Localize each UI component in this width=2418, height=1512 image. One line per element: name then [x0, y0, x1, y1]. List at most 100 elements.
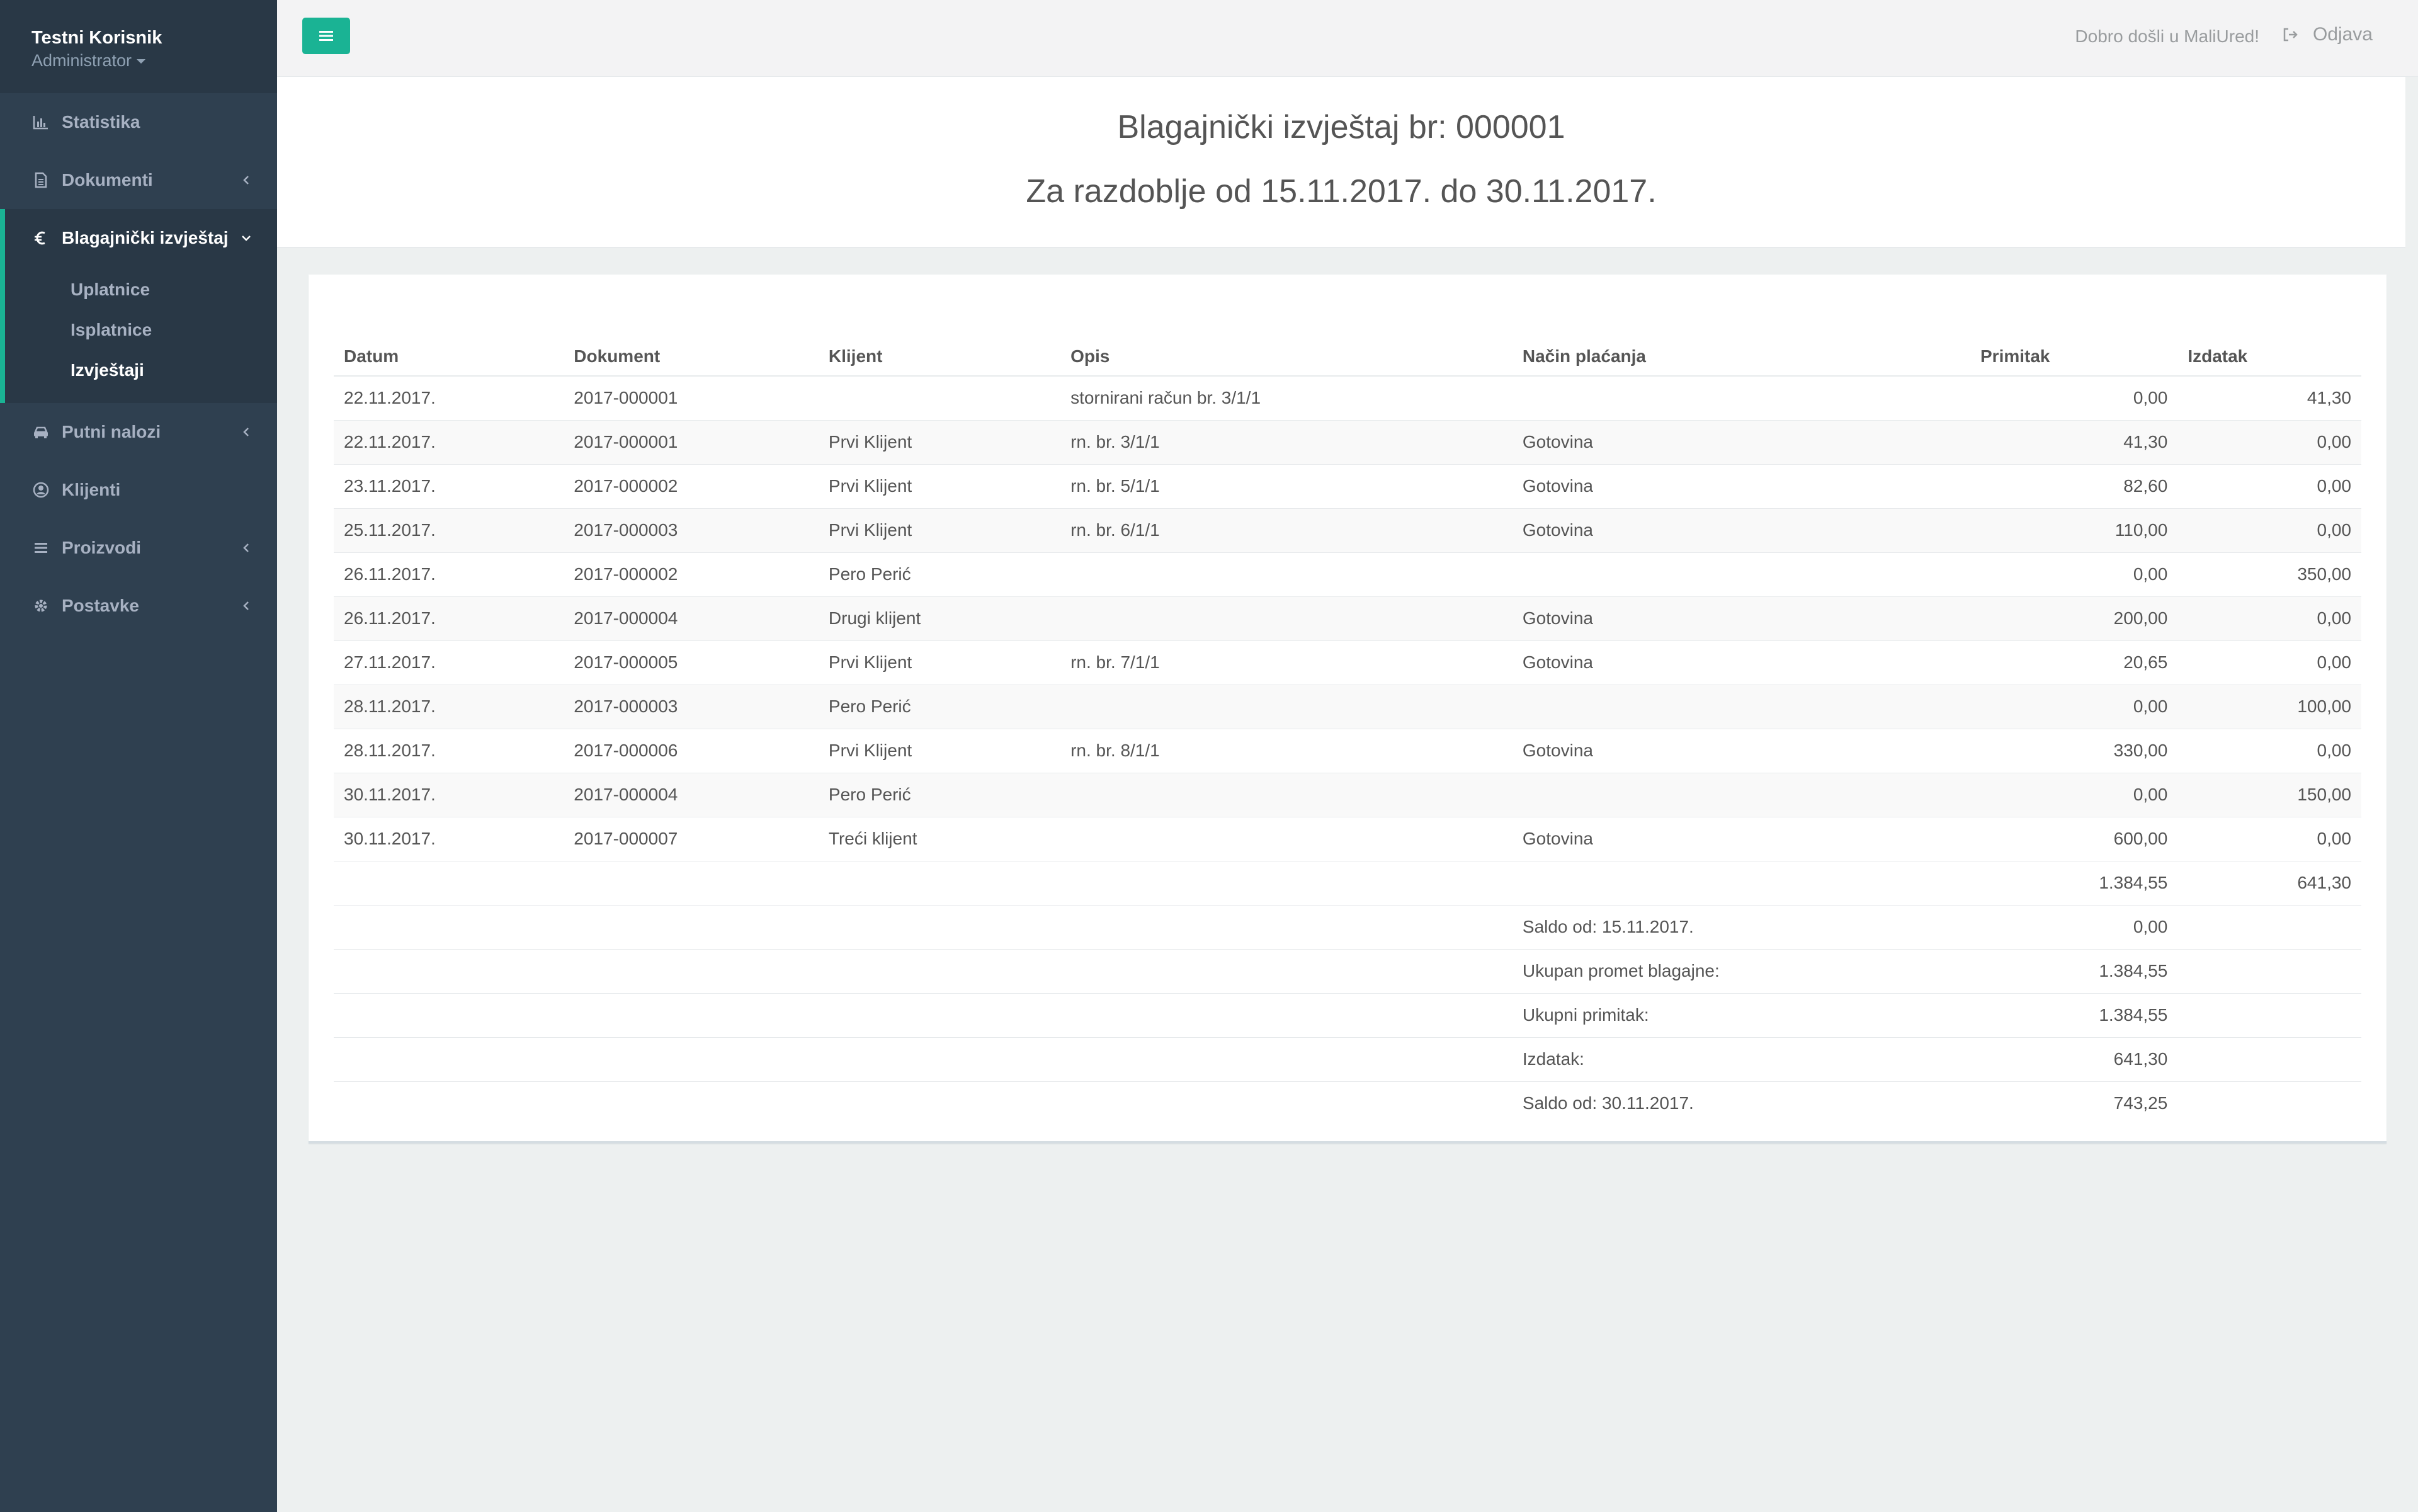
summary-row: Ukupan promet blagajne: 1.384,55	[334, 949, 2361, 994]
empty-cell	[334, 949, 1513, 994]
sidebar-item-blagajnicki-izvjestaj[interactable]: Blagajnički izvještaj	[0, 209, 277, 267]
cell-dokument: 2017-000003	[564, 508, 819, 553]
summary-label: Ukupan promet blagajne:	[1512, 949, 1970, 994]
empty-cell	[334, 1037, 1513, 1082]
cell-nacin-placanja	[1512, 376, 1970, 421]
logout-link[interactable]: Odjava	[2281, 24, 2373, 45]
column-header-opis: Opis	[1060, 300, 1513, 377]
cell-klijent: Pero Perić	[818, 685, 1061, 729]
cell-izdatak: 0,00	[2177, 596, 2361, 641]
cell-nacin-placanja: Gotovina	[1512, 640, 1970, 685]
cell-primitak: 0,00	[1970, 773, 2178, 817]
empty-cell	[2177, 993, 2361, 1038]
cell-klijent: Pero Perić	[818, 552, 1061, 597]
cell-izdatak: 41,30	[2177, 376, 2361, 421]
submenu-item-uplatnice[interactable]: Uplatnice	[5, 270, 277, 310]
sidebar-item-label: Postavke	[62, 596, 139, 615]
cell-opis	[1060, 596, 1513, 641]
table-row: 28.11.2017. 2017-000003 Pero Perić 0,00 100,…	[334, 685, 2361, 729]
empty-cell	[1512, 861, 1970, 906]
column-header-primitak: Primitak	[1970, 300, 2178, 377]
sidebar-item-label: Dokumenti	[62, 170, 153, 190]
cell-opis	[1060, 552, 1513, 597]
sign-out-icon	[2283, 28, 2298, 42]
cell-dokument: 2017-000001	[564, 376, 819, 421]
cell-primitak: 600,00	[1970, 817, 2178, 861]
table-row: 26.11.2017. 2017-000004 Drugi klijent Gotov…	[334, 596, 2361, 641]
cell-primitak: 330,00	[1970, 729, 2178, 773]
menu-toggle-button[interactable]	[302, 18, 350, 54]
cell-datum: 22.11.2017.	[334, 420, 564, 465]
cell-primitak: 200,00	[1970, 596, 2178, 641]
cell-dokument: 2017-000001	[564, 420, 819, 465]
sidebar-item-klijenti[interactable]: Klijenti	[0, 461, 277, 519]
cell-opis: rn. br. 6/1/1	[1060, 508, 1513, 553]
column-header-izdatak: Izdatak	[2177, 300, 2361, 377]
chevron-left-icon	[243, 601, 249, 610]
column-header-dokument: Dokument	[564, 300, 819, 377]
table-row: 30.11.2017. 2017-000004 Pero Perić 0,00 150,…	[334, 773, 2361, 817]
list-icon	[31, 538, 50, 557]
cell-nacin-placanja: Gotovina	[1512, 596, 1970, 641]
cell-izdatak: 0,00	[2177, 729, 2361, 773]
summary-label: Ukupni primitak:	[1512, 993, 1970, 1038]
cell-opis: rn. br. 3/1/1	[1060, 420, 1513, 465]
user-name: Testni Korisnik	[31, 28, 162, 48]
sidebar-item-statistika[interactable]: Statistika	[0, 93, 277, 151]
table-row: 25.11.2017. 2017-000003 Prvi Klijent rn. br…	[334, 508, 2361, 553]
cell-nacin-placanja: Gotovina	[1512, 464, 1970, 509]
cell-klijent: Prvi Klijent	[818, 640, 1061, 685]
document-icon	[31, 171, 50, 190]
cell-opis: stornirani račun br. 3/1/1	[1060, 376, 1513, 421]
cell-klijent: Prvi Klijent	[818, 729, 1061, 773]
summary-label: Izdatak:	[1512, 1037, 1970, 1082]
total-izdatak: 641,30	[2177, 861, 2361, 906]
submenu-item-isplatnice[interactable]: Isplatnice	[5, 310, 277, 350]
cell-klijent: Drugi klijent	[818, 596, 1061, 641]
empty-cell	[2177, 1081, 2361, 1125]
cell-nacin-placanja	[1512, 773, 1970, 817]
cell-dokument: 2017-000006	[564, 729, 819, 773]
summary-value: 1.384,55	[1970, 993, 2178, 1038]
cell-izdatak: 350,00	[2177, 552, 2361, 597]
cell-datum: 28.11.2017.	[334, 729, 564, 773]
cell-datum: 28.11.2017.	[334, 685, 564, 729]
cell-izdatak: 0,00	[2177, 817, 2361, 861]
sidebar-item-putni-nalozi[interactable]: Putni nalozi	[0, 403, 277, 461]
cell-klijent: Prvi Klijent	[818, 464, 1061, 509]
welcome-message: Dobro došli u MaliUred!	[2075, 26, 2259, 46]
euro-icon	[31, 229, 50, 247]
caret-down-icon	[137, 59, 146, 64]
top-navbar: Dobro došli u MaliUred! Odjava	[277, 0, 2418, 77]
sidebar-item-dokumenti[interactable]: Dokumenti	[0, 151, 277, 209]
table-row: 28.11.2017. 2017-000006 Prvi Klijent rn. br…	[334, 729, 2361, 773]
cell-nacin-placanja: Gotovina	[1512, 817, 1970, 861]
empty-cell	[334, 905, 1513, 950]
sidebar-item-postavke[interactable]: Postavke	[0, 577, 277, 635]
table-row: 30.11.2017. 2017-000007 Treći klijent Gotov…	[334, 817, 2361, 861]
sidebar-item-proizvodi[interactable]: Proizvodi	[0, 519, 277, 577]
chevron-down-icon	[242, 236, 251, 241]
summary-label: Saldo od: 15.11.2017.	[1512, 905, 1970, 950]
table-body: 22.11.2017. 2017-000001 stornirani račun b…	[334, 376, 2361, 861]
cell-datum: 26.11.2017.	[334, 552, 564, 597]
cell-primitak: 0,00	[1970, 685, 2178, 729]
hamburger-icon	[319, 31, 333, 41]
summary-row: Saldo od: 30.11.2017. 743,25	[334, 1081, 2361, 1125]
table-row: 26.11.2017. 2017-000002 Pero Perić 0,00 350,…	[334, 552, 2361, 597]
cell-klijent: Prvi Klijent	[818, 420, 1061, 465]
cell-primitak: 82,60	[1970, 464, 2178, 509]
submenu-item-izvjestaji[interactable]: Izvještaji	[5, 350, 277, 390]
user-role-dropdown[interactable]: Administrator	[31, 49, 277, 72]
cell-izdatak: 0,00	[2177, 640, 2361, 685]
empty-cell	[2177, 949, 2361, 994]
cell-nacin-placanja	[1512, 685, 1970, 729]
cell-dokument: 2017-000005	[564, 640, 819, 685]
summary-row: Izdatak: 641,30	[334, 1037, 2361, 1082]
totals-row: 1.384,55 641,30	[334, 861, 2361, 906]
cell-klijent: Pero Perić	[818, 773, 1061, 817]
sidebar: Testni Korisnik Administrator Statistika…	[0, 0, 277, 1512]
page-heading: Blagajnički izvještaj br: 000001 Za razd…	[277, 77, 2405, 248]
cell-opis	[1060, 773, 1513, 817]
empty-cell	[334, 993, 1513, 1038]
